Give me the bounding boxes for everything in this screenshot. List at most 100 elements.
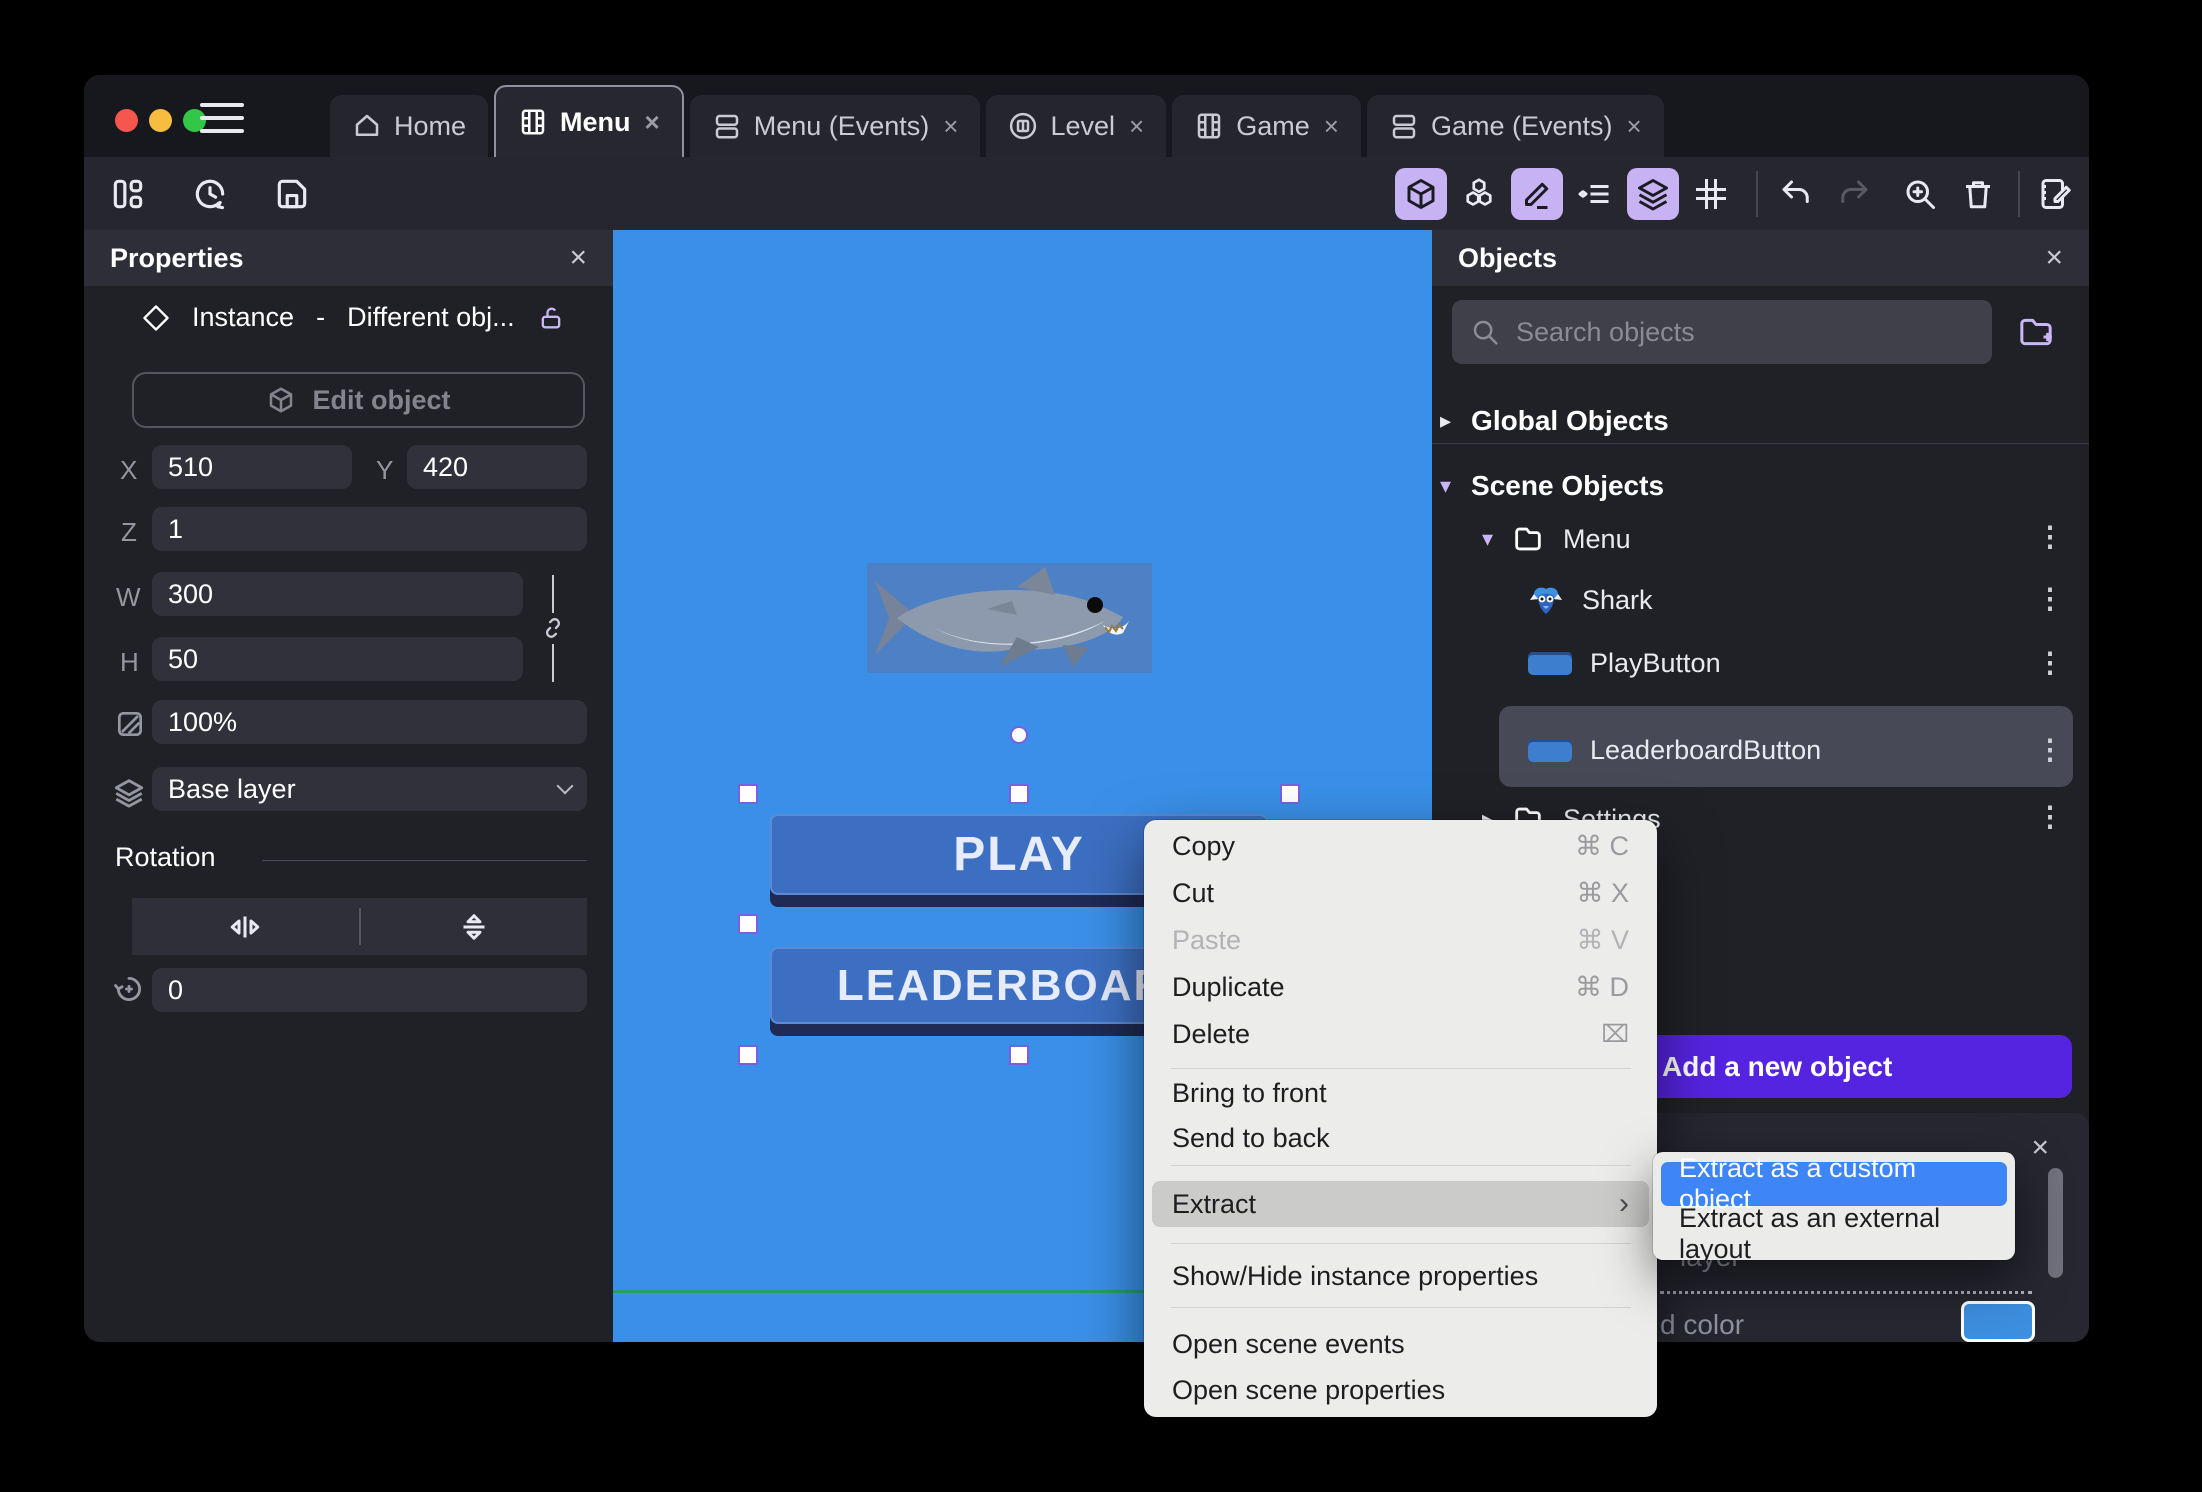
x-field[interactable]	[152, 445, 352, 489]
menu-item-delete[interactable]: Delete ⌧	[1144, 1011, 1657, 1057]
grid-icon[interactable]	[1685, 168, 1737, 220]
global-objects-label: Global Objects	[1471, 405, 1669, 436]
tree-row-leaderboard-button[interactable]: LeaderboardButton	[1528, 735, 1821, 766]
tree-row-shark[interactable]: Shark	[1528, 582, 1653, 618]
scene-objects-row[interactable]: ▾ Scene Objects	[1440, 470, 1664, 502]
traffic-light-close-button[interactable]	[115, 109, 138, 132]
save-icon[interactable]	[266, 168, 318, 220]
y-field[interactable]	[407, 445, 587, 489]
tree-row-play-button[interactable]: PlayButton	[1528, 648, 1721, 679]
tab-close-icon[interactable]: ×	[1129, 111, 1144, 142]
row-leaderboard-button-kebab-icon[interactable]: ⋮	[2036, 733, 2064, 766]
aspect-link-line	[552, 575, 554, 613]
menu-item-extract[interactable]: Extract ›	[1152, 1181, 1649, 1227]
selection-rotate-handle[interactable]	[1010, 726, 1028, 744]
opacity-field[interactable]	[152, 700, 587, 744]
tree-row-menu-folder[interactable]: ▾ Menu	[1482, 522, 1631, 556]
selection-handle-top-right[interactable]	[1280, 784, 1300, 804]
menu-item-show-hide-instance-properties[interactable]: Show/Hide instance properties	[1144, 1253, 1657, 1299]
trash-icon[interactable]	[1952, 168, 2004, 220]
row-menu-kebab-icon[interactable]: ⋮	[2036, 520, 2064, 553]
shark-sprite[interactable]	[867, 563, 1152, 673]
flip-vertical-button[interactable]	[361, 898, 588, 955]
instance-properties-list-icon[interactable]	[1569, 168, 1621, 220]
aspect-ratio-link-icon[interactable]	[539, 614, 567, 642]
tab-close-icon[interactable]: ×	[1627, 111, 1642, 142]
traffic-light-minimize-button[interactable]	[149, 109, 172, 132]
h-field[interactable]	[152, 637, 523, 681]
row-settings-kebab-icon[interactable]: ⋮	[2036, 800, 2064, 833]
subpanel-scrollbar[interactable]	[2048, 1168, 2063, 1278]
properties-panel: Properties × Instance - Different obj...…	[84, 230, 613, 1342]
background-color-swatch[interactable]	[1961, 1301, 2035, 1342]
object-mode-icon[interactable]	[1395, 168, 1447, 220]
menu-item-copy[interactable]: Copy ⌘ C	[1144, 823, 1657, 869]
layers-panel-icon[interactable]	[1627, 168, 1679, 220]
menu-item-open-scene-properties[interactable]: Open scene properties	[1144, 1367, 1657, 1413]
layer-select[interactable]: Base layer	[152, 767, 587, 811]
shortcut-label: ⌘ D	[1575, 971, 1629, 1002]
selection-handle-top-middle[interactable]	[1009, 784, 1029, 804]
global-objects-row[interactable]: ▸ Global Objects	[1440, 405, 1669, 437]
edit-scene-properties-icon[interactable]	[2029, 168, 2081, 220]
instances-cubes-icon[interactable]	[1453, 168, 1505, 220]
flip-horizontal-button[interactable]	[132, 898, 359, 955]
tab-close-icon[interactable]: ×	[645, 107, 660, 138]
selection-handle-bottom-left[interactable]	[738, 1045, 758, 1065]
layers-subpanel-close-icon[interactable]: ×	[2031, 1131, 2049, 1165]
properties-close-icon[interactable]: ×	[569, 241, 587, 275]
submenu-item-extract-external-layout[interactable]: Extract as an external layout	[1679, 1203, 2015, 1264]
tab-level[interactable]: Level ×	[986, 95, 1167, 157]
instance-object-name: Different obj...	[347, 302, 515, 332]
unlock-icon[interactable]	[537, 304, 565, 332]
zoom-in-icon[interactable]	[1894, 168, 1946, 220]
level-scene-icon	[1008, 111, 1038, 141]
tab-game-events[interactable]: Game (Events) ×	[1366, 95, 1664, 157]
undo-icon[interactable]	[1770, 168, 1822, 220]
layer-select-icon	[112, 775, 146, 809]
edit-object-button[interactable]: Edit object	[132, 372, 585, 428]
menu-item-cut[interactable]: Cut ⌘ X	[1144, 870, 1657, 916]
row-play-button-kebab-icon[interactable]: ⋮	[2036, 646, 2064, 679]
properties-panel-header: Properties ×	[84, 230, 613, 286]
selection-handle-bottom-middle[interactable]	[1009, 1045, 1029, 1065]
main-menu-hamburger-icon[interactable]	[200, 103, 244, 133]
tab-close-icon[interactable]: ×	[943, 111, 958, 142]
menu-item-duplicate[interactable]: Duplicate ⌘ D	[1144, 964, 1657, 1010]
z-field[interactable]	[152, 507, 587, 551]
menu-item-bring-to-front[interactable]: Bring to front	[1144, 1070, 1657, 1116]
objects-close-icon[interactable]: ×	[2045, 241, 2063, 275]
events-sheet-icon	[1389, 111, 1419, 141]
expander-expanded-icon: ▾	[1482, 526, 1494, 551]
submenu-item-extract-custom-object[interactable]: Extract as a custom object	[1661, 1153, 2007, 1214]
tab-home[interactable]: Home	[330, 95, 489, 157]
search-objects-box[interactable]	[1452, 300, 1992, 364]
tree-label: Shark	[1582, 584, 1653, 615]
w-field[interactable]	[152, 572, 523, 616]
rotation-angle-field[interactable]	[152, 968, 587, 1012]
redo-icon[interactable]	[1828, 168, 1880, 220]
menu-item-send-to-back[interactable]: Send to back	[1144, 1115, 1657, 1161]
rotation-angle-icon	[112, 972, 146, 1006]
menu-item-open-scene-events[interactable]: Open scene events	[1144, 1321, 1657, 1367]
search-objects-input[interactable]	[1516, 316, 1974, 348]
add-folder-icon[interactable]	[2016, 312, 2056, 352]
tab-game[interactable]: Game ×	[1172, 95, 1361, 157]
selection-handle-middle-left[interactable]	[738, 914, 758, 934]
project-manager-icon[interactable]	[102, 168, 154, 220]
search-icon	[1470, 317, 1500, 347]
shortcut-label: ⌘ V	[1576, 924, 1629, 955]
titlebar: Home Menu × Menu (Events) × Level × Game…	[84, 75, 2089, 157]
selection-handle-top-left[interactable]	[738, 784, 758, 804]
tab-menu-events[interactable]: Menu (Events) ×	[689, 95, 981, 157]
screenshot-stage: Home Menu × Menu (Events) × Level × Game…	[0, 0, 2202, 1492]
z-field-label: Z	[121, 517, 137, 547]
edit-pencil-icon[interactable]	[1511, 168, 1563, 220]
history-icon[interactable]	[184, 168, 236, 220]
tab-label: Home	[394, 110, 467, 141]
row-shark-kebab-icon[interactable]: ⋮	[2036, 582, 2064, 615]
tab-menu[interactable]: Menu ×	[494, 85, 684, 157]
tab-close-icon[interactable]: ×	[1324, 111, 1339, 142]
tab-label: Level	[1050, 110, 1116, 141]
menu-item-label: Paste	[1172, 924, 1242, 955]
